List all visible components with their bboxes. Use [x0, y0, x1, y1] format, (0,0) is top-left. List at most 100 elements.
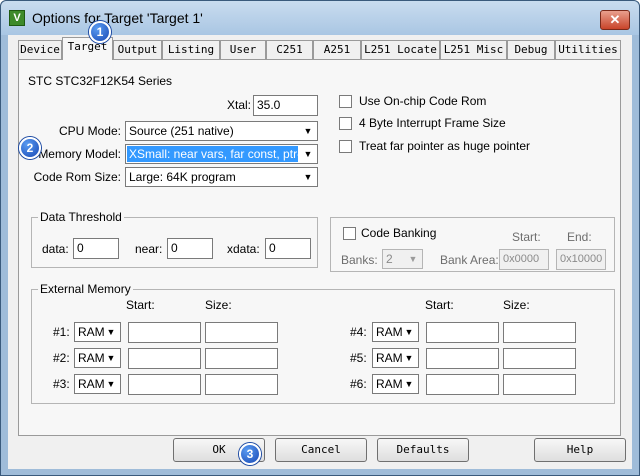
external-memory-title: External Memory: [38, 282, 133, 296]
use-onchip-rom-checkbox[interactable]: [339, 95, 352, 108]
xtal-input[interactable]: 35.0: [253, 95, 318, 116]
cancel-button[interactable]: Cancel: [275, 438, 367, 462]
dropdown-arrow-icon: ▼: [404, 327, 414, 337]
tab-l251-misc[interactable]: L251 Misc: [440, 40, 507, 59]
ext-start-input[interactable]: [128, 322, 201, 343]
ext-size-input[interactable]: [205, 374, 278, 395]
tab-c251[interactable]: C251: [266, 40, 313, 59]
data-label: data:: [42, 242, 69, 256]
tab-user[interactable]: User: [220, 40, 266, 59]
ext-size-input[interactable]: [503, 374, 576, 395]
bank-start-label: Start:: [512, 230, 541, 244]
ext-memory-type-select[interactable]: RAM ▼: [372, 322, 419, 342]
ext-start-input[interactable]: [426, 322, 499, 343]
ext-memory-type-value: RAM: [376, 377, 403, 391]
ext-start-input[interactable]: [128, 374, 201, 395]
tab-a251[interactable]: A251: [313, 40, 361, 59]
window-title: Options for Target 'Target 1': [32, 10, 203, 26]
ext-memory-type-select[interactable]: RAM ▼: [74, 374, 121, 394]
ext-size-label-right: Size:: [503, 298, 530, 312]
dialog-client: Device Target Output Listing User C251 A…: [8, 35, 632, 469]
ext-row-label: #5:: [350, 351, 367, 365]
banks-select[interactable]: 2 ▼: [382, 249, 423, 269]
code-banking-checkbox[interactable]: [343, 227, 356, 240]
ext-start-input[interactable]: [128, 348, 201, 369]
ext-start-input[interactable]: [426, 348, 499, 369]
dropdown-arrow-icon: ▼: [106, 379, 116, 389]
tab-l251-locate[interactable]: L251 Locate: [361, 40, 440, 59]
memory-model-label: Memory Model:: [38, 147, 121, 161]
ext-row-label: #4:: [350, 325, 367, 339]
bank-area-end-input[interactable]: 0x10000: [556, 249, 606, 270]
dropdown-arrow-icon: ▼: [106, 353, 116, 363]
code-banking-group: Code Banking Start: End: Banks: 2 ▼ Bank…: [330, 217, 615, 272]
banks-label: Banks:: [341, 253, 378, 267]
ext-memory-type-select[interactable]: RAM ▼: [372, 374, 419, 394]
far-pointer-huge-checkbox[interactable]: [339, 140, 352, 153]
far-pointer-huge-label: Treat far pointer as huge pointer: [359, 139, 530, 153]
dropdown-arrow-icon: ▼: [106, 327, 116, 337]
data-threshold-title: Data Threshold: [38, 210, 124, 224]
dropdown-arrow-icon: ▼: [404, 379, 414, 389]
ext-memory-type-value: RAM: [376, 325, 403, 339]
ext-memory-type-value: RAM: [376, 351, 403, 365]
device-series-label: STC STC32F12K54 Series: [28, 74, 173, 88]
ext-size-label-left: Size:: [205, 298, 232, 312]
use-onchip-rom-label: Use On-chip Code Rom: [359, 94, 487, 108]
cpu-mode-label: CPU Mode:: [58, 124, 121, 138]
ext-row-label: #2:: [53, 351, 70, 365]
annotation-badge-3: 3: [239, 443, 261, 465]
dropdown-arrow-icon: ▼: [303, 126, 313, 136]
annotation-badge-2: 2: [19, 137, 41, 159]
ext-size-input[interactable]: [205, 322, 278, 343]
memory-model-select[interactable]: XSmall: near vars, far const, ptr-4 ▼: [125, 144, 318, 164]
near-label: near:: [135, 242, 163, 256]
options-dialog: V Options for Target 'Target 1' ✕ Device…: [0, 0, 640, 476]
four-byte-interrupt-label: 4 Byte Interrupt Frame Size: [359, 116, 506, 130]
code-rom-size-select[interactable]: Large: 64K program ▼: [125, 167, 318, 187]
ext-start-label-right: Start:: [425, 298, 454, 312]
tab-listing[interactable]: Listing: [162, 40, 220, 59]
tab-output[interactable]: Output: [113, 40, 162, 59]
ext-size-input[interactable]: [205, 348, 278, 369]
xdata-threshold-input[interactable]: 0: [265, 238, 311, 259]
four-byte-interrupt-checkbox[interactable]: [339, 117, 352, 130]
dropdown-arrow-icon: ▼: [404, 353, 414, 363]
cpu-mode-value: Source (251 native): [129, 124, 234, 138]
ext-memory-type-select[interactable]: RAM ▼: [74, 348, 121, 368]
external-memory-group: External Memory Start: Size: Start: Size…: [31, 282, 615, 404]
tab-utilities[interactable]: Utilities: [555, 40, 621, 59]
target-tab-panel: STC STC32F12K54 Series Xtal: 35.0 CPU Mo…: [18, 59, 621, 436]
dropdown-arrow-icon: ▼: [408, 254, 418, 264]
near-threshold-input[interactable]: 0: [167, 238, 213, 259]
help-button[interactable]: Help: [534, 438, 626, 462]
keil-app-icon: V: [9, 10, 25, 26]
memory-model-value: XSmall: near vars, far const, ptr-4: [127, 146, 308, 162]
bank-area-start-input[interactable]: 0x0000: [499, 249, 549, 270]
close-button[interactable]: ✕: [600, 10, 630, 30]
ext-start-input[interactable]: [426, 374, 499, 395]
code-rom-size-label: Code Rom Size:: [33, 170, 121, 184]
ext-size-input[interactable]: [503, 348, 576, 369]
cpu-mode-select[interactable]: Source (251 native) ▼: [125, 121, 318, 141]
ext-memory-type-value: RAM: [78, 377, 105, 391]
dropdown-arrow-icon: ▼: [303, 149, 313, 159]
tab-device[interactable]: Device: [18, 40, 62, 59]
ext-memory-type-select[interactable]: RAM ▼: [372, 348, 419, 368]
banks-value: 2: [386, 252, 393, 266]
ext-start-label-left: Start:: [126, 298, 155, 312]
data-threshold-input[interactable]: 0: [73, 238, 119, 259]
bank-end-label: End:: [567, 230, 592, 244]
ext-memory-type-select[interactable]: RAM ▼: [74, 322, 121, 342]
ext-row-label: #6:: [350, 377, 367, 391]
xtal-label: Xtal:: [226, 98, 251, 112]
ext-size-input[interactable]: [503, 322, 576, 343]
code-banking-label: Code Banking: [361, 226, 437, 240]
defaults-button[interactable]: Defaults: [377, 438, 469, 462]
bank-area-label: Bank Area:: [440, 253, 499, 267]
tab-debug[interactable]: Debug: [507, 40, 555, 59]
ext-memory-type-value: RAM: [78, 325, 105, 339]
code-rom-size-value: Large: 64K program: [129, 170, 236, 184]
ext-memory-type-value: RAM: [78, 351, 105, 365]
annotation-badge-1: 1: [89, 21, 111, 43]
